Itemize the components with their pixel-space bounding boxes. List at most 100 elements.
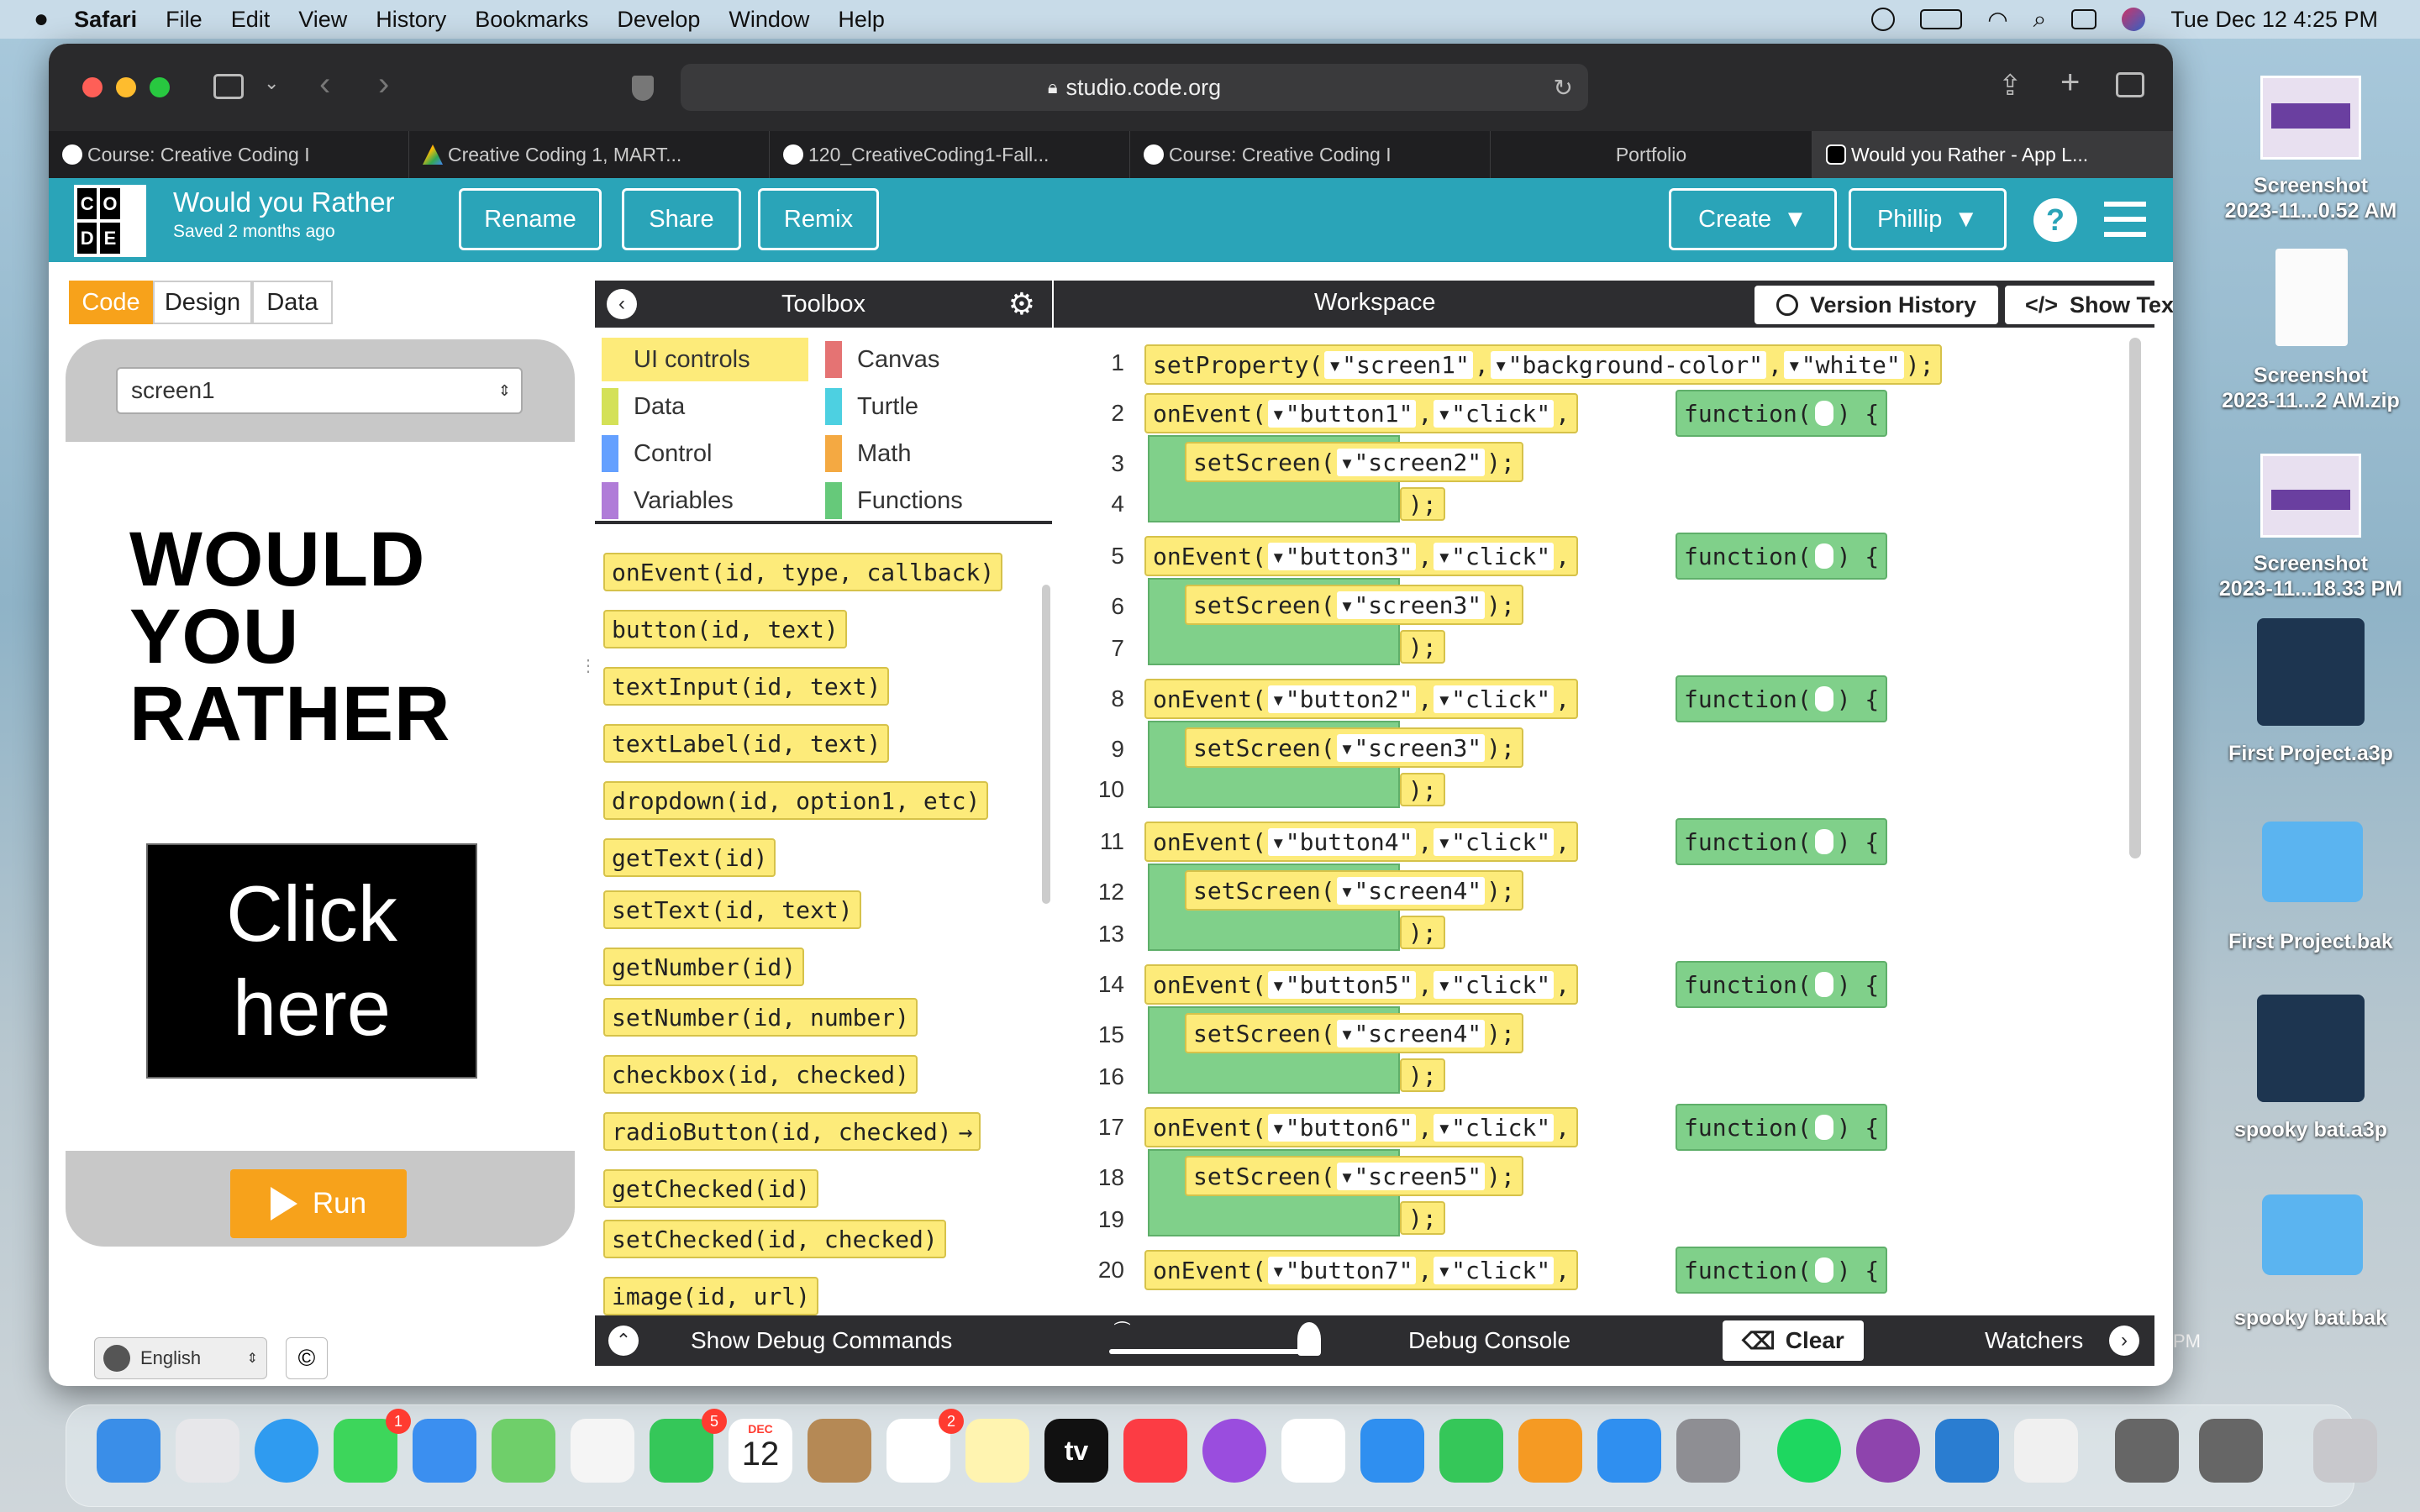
onEvent-block[interactable]: onEvent(▾"button3", ▾"click", [1144,536,1579,576]
mail-icon[interactable] [413,1419,476,1483]
block-setNumber[interactable]: setNumber(id, number) [603,998,918,1037]
onEvent-block[interactable]: onEvent(▾"button6", ▾"click", [1144,1107,1579,1147]
menu-view[interactable]: View [298,7,347,33]
dropdown-arg[interactable]: ▾"screen2" [1336,448,1486,476]
textedit-icon[interactable] [2014,1419,2078,1483]
function-block[interactable]: function() { [1676,961,1888,1008]
browser-tab[interactable]: Creative Coding 1, MART... [409,131,770,178]
speed-slider[interactable] [1109,1349,1311,1354]
dropdown-arg[interactable]: ▾"button3" [1267,542,1417,570]
browser-tab[interactable]: 120_CreativeCoding1-Fall... [770,131,1130,178]
menu-edit[interactable]: Edit [231,7,271,33]
menu-bookmarks[interactable]: Bookmarks [475,7,588,33]
launchpad-icon[interactable] [176,1419,239,1483]
run-button[interactable]: Run [230,1169,407,1238]
wifi-icon[interactable]: ◠ [1987,6,2007,34]
app-store-icon[interactable] [1597,1419,1661,1483]
data-mode-tab[interactable]: Data [252,281,333,324]
contacts-icon[interactable] [808,1419,871,1483]
folder-icon-2[interactable] [2262,1194,2363,1275]
param-slot[interactable] [1814,686,1833,711]
desktop-label-5[interactable]: First Project.bak [2210,929,2412,954]
resize-handle[interactable]: ⋮ [580,658,597,675]
code-org-logo[interactable]: C O D E [74,185,146,257]
dropdown-arg[interactable]: ▾"click" [1434,970,1555,999]
show-text-button[interactable]: </> Show Text [2005,286,2173,324]
onEvent-block[interactable]: onEvent(▾"button4", ▾"click", [1144,822,1579,862]
category-data[interactable]: Data [602,385,685,428]
function-block[interactable]: function() { [1676,533,1888,580]
battery-icon[interactable] [1920,9,1963,29]
tab-overview-icon[interactable] [2116,72,2144,97]
param-slot[interactable] [1814,1115,1833,1140]
browser-tab[interactable]: Portfolio [1491,131,1812,178]
setScreen-block[interactable]: setScreen(▾"screen3"); [1185,585,1523,625]
close-window-button[interactable] [82,77,103,97]
desktop-label-1[interactable]: Screenshot 2023-11...0.52 AM [2210,173,2412,223]
desktop-label-3[interactable]: Screenshot 2023-11...18.33 PM [2210,551,2412,601]
dropdown-arg[interactable]: ▾"button6" [1267,1113,1417,1142]
dropdown-arg[interactable]: ▾"click" [1434,1256,1555,1284]
hamburger-menu-icon[interactable] [2104,202,2146,237]
desktop-label-4[interactable]: First Project.a3p [2210,741,2412,766]
block-setText[interactable]: setText(id, text) [603,890,861,929]
maps-icon[interactable] [492,1419,555,1483]
dropdown-arg[interactable]: ▾"screen4" [1336,1019,1486,1047]
folder-icon[interactable] [2262,822,2363,902]
siri-icon[interactable] [2122,8,2146,31]
dropdown-arg[interactable]: ▾"screen4" [1336,876,1486,905]
workspace-scrollbar[interactable] [2129,338,2141,858]
alice-project-icon-2[interactable] [2257,995,2365,1102]
photos-icon[interactable] [571,1419,634,1483]
dropdown-arg[interactable]: ▾"click" [1434,542,1555,570]
control-center-icon[interactable] [2071,9,2097,29]
dropdown-arg[interactable]: ▾"background-color" [1490,350,1767,379]
block-onEvent[interactable]: onEvent(id, type, callback) [603,553,1003,591]
onEvent-block[interactable]: onEvent(▾"button1", ▾"click", [1144,393,1579,433]
category-control[interactable]: Control [602,432,713,475]
expand-debug-icon[interactable]: ⌃ [608,1326,639,1356]
screenshot-thumbnail-1[interactable] [2260,76,2361,160]
block-textInput[interactable]: textInput(id, text) [603,667,890,706]
remix-button[interactable]: Remix [758,188,879,250]
copyright-icon[interactable]: © [286,1337,328,1379]
user-dropdown[interactable]: Phillip ▼ [1849,188,2007,250]
dropdown-arg[interactable]: ▾"button1" [1267,399,1417,428]
vscode-icon[interactable] [1935,1419,1999,1483]
apple-icon[interactable]: ● [34,5,49,34]
block-checkbox[interactable]: checkbox(id, checked) [603,1055,918,1094]
numbers-icon[interactable] [1439,1419,1503,1483]
podcasts-icon[interactable] [1202,1419,1266,1483]
param-slot[interactable] [1814,972,1833,997]
code-workspace[interactable]: 1 2 3 4 5 6 7 8 9 10 11 12 13 14 15 16 17 18 19 20 setProper… [1054,329,2154,1342]
category-variables[interactable]: Variables [602,479,734,522]
safari-icon[interactable] [255,1419,318,1483]
forward-icon[interactable]: › [378,66,389,103]
pages-icon[interactable] [1518,1419,1582,1483]
param-slot[interactable] [1814,543,1833,569]
dropdown-arg[interactable]: ▾"screen1" [1324,350,1473,379]
category-canvas[interactable]: Canvas [825,338,939,381]
dropdown-arg[interactable]: ▾"screen3" [1336,733,1486,762]
dropdown-arg[interactable]: ▾"white" [1783,350,1904,379]
dropdown-arg[interactable]: ▾"click" [1434,1113,1555,1142]
trash-icon[interactable] [2313,1419,2377,1483]
music-icon[interactable] [1123,1419,1187,1483]
dropdown-arg[interactable]: ▾"click" [1434,685,1555,713]
share-icon[interactable]: ⇪ [1998,69,2023,102]
desktop-label-6[interactable]: spooky bat.a3p [2210,1117,2412,1142]
onEvent-block[interactable]: onEvent(▾"button7", ▾"click", [1144,1250,1579,1290]
menu-develop[interactable]: Develop [617,7,700,33]
chevron-down-icon[interactable]: ⌄ [264,72,279,94]
category-ui-controls[interactable]: UI controls [602,338,808,381]
block-radioButton[interactable]: radioButton(id, checked) → [603,1112,981,1151]
clear-button[interactable]: ⌫ Clear [1723,1320,1864,1361]
system-settings-icon[interactable] [1676,1419,1740,1483]
param-slot[interactable] [1814,1257,1833,1283]
onEvent-block[interactable]: onEvent(▾"button2", ▾"click", [1144,679,1579,719]
dropdown-arg[interactable]: ▾"button4" [1267,827,1417,856]
category-math[interactable]: Math [825,432,911,475]
recent-stack-icon[interactable] [2199,1419,2263,1483]
zoom-window-button[interactable] [150,77,170,97]
menu-history[interactable]: History [376,7,446,33]
